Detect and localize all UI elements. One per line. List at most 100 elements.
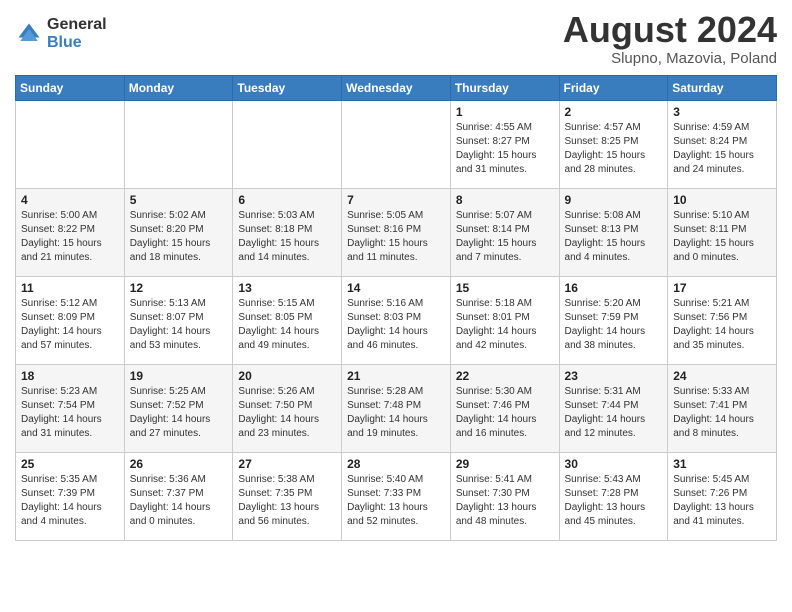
cell-date-number: 14 — [347, 281, 445, 295]
cell-date-number: 30 — [565, 457, 663, 471]
header-sunday: Sunday — [16, 75, 125, 100]
calendar-cell — [233, 100, 342, 188]
cell-info-text: Sunrise: 5:36 AMSunset: 7:37 PMDaylight:… — [130, 473, 228, 529]
calendar-week-row-2: 11Sunrise: 5:12 AMSunset: 8:09 PMDayligh… — [16, 276, 777, 364]
cell-info-text: Sunrise: 5:12 AMSunset: 8:09 PMDaylight:… — [21, 297, 119, 353]
cell-info-text: Sunrise: 5:16 AMSunset: 8:03 PMDaylight:… — [347, 297, 445, 353]
calendar-cell: 2 Sunrise: 4:57 AMSunset: 8:25 PMDaylight… — [559, 100, 668, 188]
calendar-cell: 19 Sunrise: 5:25 AMSunset: 7:52 PMDayligh… — [124, 364, 233, 452]
calendar-cell: 13Sunrise: 5:15 AMSunset: 8:05 PMDayligh… — [233, 276, 342, 364]
cell-date-number: 7 — [347, 193, 445, 207]
calendar-cell: 24 Sunrise: 5:33 AMSunset: 7:41 PMDayligh… — [668, 364, 777, 452]
calendar-cell: 27 Sunrise: 5:38 AMSunset: 7:35 PMDayligh… — [233, 452, 342, 540]
cell-info-text: Sunrise: 5:31 AMSunset: 7:44 PMDaylight:… — [565, 385, 663, 441]
calendar-cell: 21Sunrise: 5:28 AMSunset: 7:48 PMDayligh… — [342, 364, 451, 452]
cell-date-number: 31 — [673, 457, 771, 471]
calendar-week-row-4: 25 Sunrise: 5:35 AMSunset: 7:39 PMDayligh… — [16, 452, 777, 540]
cell-date-number: 19 — [130, 369, 228, 383]
cell-date-number: 3 — [673, 105, 771, 119]
calendar-cell: 28 Sunrise: 5:40 AMSunset: 7:33 PMDayligh… — [342, 452, 451, 540]
cell-date-number: 23 — [565, 369, 663, 383]
cell-date-number: 2 — [565, 105, 663, 119]
cell-date-number: 24 — [673, 369, 771, 383]
calendar-cell: 31 Sunrise: 5:45 AMSunset: 7:26 PMDayligh… — [668, 452, 777, 540]
calendar-cell: 20Sunrise: 5:26 AMSunset: 7:50 PMDayligh… — [233, 364, 342, 452]
cell-date-number: 25 — [21, 457, 119, 471]
cell-info-text: Sunrise: 5:21 AMSunset: 7:56 PMDaylight:… — [673, 297, 771, 353]
logo-icon — [15, 20, 43, 48]
logo-text: General Blue — [47, 16, 107, 51]
calendar-table: Sunday Monday Tuesday Wednesday Thursday… — [15, 75, 777, 541]
cell-info-text: Sunrise: 5:43 AMSunset: 7:28 PMDaylight:… — [565, 473, 663, 529]
calendar-cell: 17Sunrise: 5:21 AMSunset: 7:56 PMDayligh… — [668, 276, 777, 364]
logo-general-text: General — [47, 16, 107, 34]
cell-date-number: 27 — [238, 457, 336, 471]
cell-info-text: Sunrise: 4:57 AMSunset: 8:25 PMDaylight:… — [565, 121, 663, 177]
cell-date-number: 8 — [456, 193, 554, 207]
cell-date-number: 6 — [238, 193, 336, 207]
calendar-cell: 25 Sunrise: 5:35 AMSunset: 7:39 PMDayligh… — [16, 452, 125, 540]
cell-date-number: 5 — [130, 193, 228, 207]
cell-info-text: Sunrise: 5:02 AMSunset: 8:20 PMDaylight:… — [130, 209, 228, 265]
header-wednesday: Wednesday — [342, 75, 451, 100]
cell-date-number: 4 — [21, 193, 119, 207]
cell-date-number: 12 — [130, 281, 228, 295]
weekday-header-row: Sunday Monday Tuesday Wednesday Thursday… — [16, 75, 777, 100]
calendar-cell: 10 Sunrise: 5:10 AMSunset: 8:11 PMDayligh… — [668, 188, 777, 276]
calendar-cell: 29 Sunrise: 5:41 AMSunset: 7:30 PMDayligh… — [450, 452, 559, 540]
cell-date-number: 29 — [456, 457, 554, 471]
calendar-cell: 11Sunrise: 5:12 AMSunset: 8:09 PMDayligh… — [16, 276, 125, 364]
cell-date-number: 20 — [238, 369, 336, 383]
cell-info-text: Sunrise: 4:59 AMSunset: 8:24 PMDaylight:… — [673, 121, 771, 177]
cell-info-text: Sunrise: 5:23 AMSunset: 7:54 PMDaylight:… — [21, 385, 119, 441]
cell-info-text: Sunrise: 5:10 AMSunset: 8:11 PMDaylight:… — [673, 209, 771, 265]
title-block: August 2024 Slupno, Mazovia, Poland — [563, 10, 777, 67]
calendar-cell: 9 Sunrise: 5:08 AMSunset: 8:13 PMDaylight… — [559, 188, 668, 276]
header-friday: Friday — [559, 75, 668, 100]
calendar-cell: 15 Sunrise: 5:18 AMSunset: 8:01 PMDayligh… — [450, 276, 559, 364]
logo-blue-text: Blue — [47, 34, 107, 52]
page: General Blue August 2024 Slupno, Mazovia… — [0, 0, 792, 612]
cell-date-number: 9 — [565, 193, 663, 207]
cell-date-number: 26 — [130, 457, 228, 471]
cell-info-text: Sunrise: 5:35 AMSunset: 7:39 PMDaylight:… — [21, 473, 119, 529]
calendar-cell: 26 Sunrise: 5:36 AMSunset: 7:37 PMDayligh… — [124, 452, 233, 540]
header-thursday: Thursday — [450, 75, 559, 100]
cell-info-text: Sunrise: 5:08 AMSunset: 8:13 PMDaylight:… — [565, 209, 663, 265]
month-title: August 2024 — [563, 10, 777, 50]
cell-info-text: Sunrise: 5:25 AMSunset: 7:52 PMDaylight:… — [130, 385, 228, 441]
cell-date-number: 13 — [238, 281, 336, 295]
calendar-cell: 7Sunrise: 5:05 AMSunset: 8:16 PMDaylight… — [342, 188, 451, 276]
cell-date-number: 16 — [565, 281, 663, 295]
cell-date-number: 10 — [673, 193, 771, 207]
calendar-cell: 18Sunrise: 5:23 AMSunset: 7:54 PMDayligh… — [16, 364, 125, 452]
cell-date-number: 28 — [347, 457, 445, 471]
calendar-cell: 5 Sunrise: 5:02 AMSunset: 8:20 PMDaylight… — [124, 188, 233, 276]
cell-info-text: Sunrise: 5:40 AMSunset: 7:33 PMDaylight:… — [347, 473, 445, 529]
cell-info-text: Sunrise: 5:07 AMSunset: 8:14 PMDaylight:… — [456, 209, 554, 265]
calendar-cell: 22Sunrise: 5:30 AMSunset: 7:46 PMDayligh… — [450, 364, 559, 452]
calendar-cell: 1Sunrise: 4:55 AMSunset: 8:27 PMDaylight… — [450, 100, 559, 188]
calendar-cell: 6Sunrise: 5:03 AMSunset: 8:18 PMDaylight… — [233, 188, 342, 276]
cell-date-number: 15 — [456, 281, 554, 295]
calendar-cell — [16, 100, 125, 188]
calendar-week-row-0: 1Sunrise: 4:55 AMSunset: 8:27 PMDaylight… — [16, 100, 777, 188]
cell-info-text: Sunrise: 4:55 AMSunset: 8:27 PMDaylight:… — [456, 121, 554, 177]
logo: General Blue — [15, 16, 107, 51]
cell-info-text: Sunrise: 5:41 AMSunset: 7:30 PMDaylight:… — [456, 473, 554, 529]
calendar-cell: 8 Sunrise: 5:07 AMSunset: 8:14 PMDaylight… — [450, 188, 559, 276]
cell-info-text: Sunrise: 5:38 AMSunset: 7:35 PMDaylight:… — [238, 473, 336, 529]
cell-info-text: Sunrise: 5:33 AMSunset: 7:41 PMDaylight:… — [673, 385, 771, 441]
calendar-cell: 16Sunrise: 5:20 AMSunset: 7:59 PMDayligh… — [559, 276, 668, 364]
calendar-cell: 23 Sunrise: 5:31 AMSunset: 7:44 PMDayligh… — [559, 364, 668, 452]
cell-info-text: Sunrise: 5:13 AMSunset: 8:07 PMDaylight:… — [130, 297, 228, 353]
location: Slupno, Mazovia, Poland — [563, 50, 777, 67]
calendar-week-row-3: 18Sunrise: 5:23 AMSunset: 7:54 PMDayligh… — [16, 364, 777, 452]
header-saturday: Saturday — [668, 75, 777, 100]
header-monday: Monday — [124, 75, 233, 100]
cell-date-number: 22 — [456, 369, 554, 383]
cell-info-text: Sunrise: 5:18 AMSunset: 8:01 PMDaylight:… — [456, 297, 554, 353]
header-tuesday: Tuesday — [233, 75, 342, 100]
cell-info-text: Sunrise: 5:45 AMSunset: 7:26 PMDaylight:… — [673, 473, 771, 529]
header: General Blue August 2024 Slupno, Mazovia… — [15, 10, 777, 67]
